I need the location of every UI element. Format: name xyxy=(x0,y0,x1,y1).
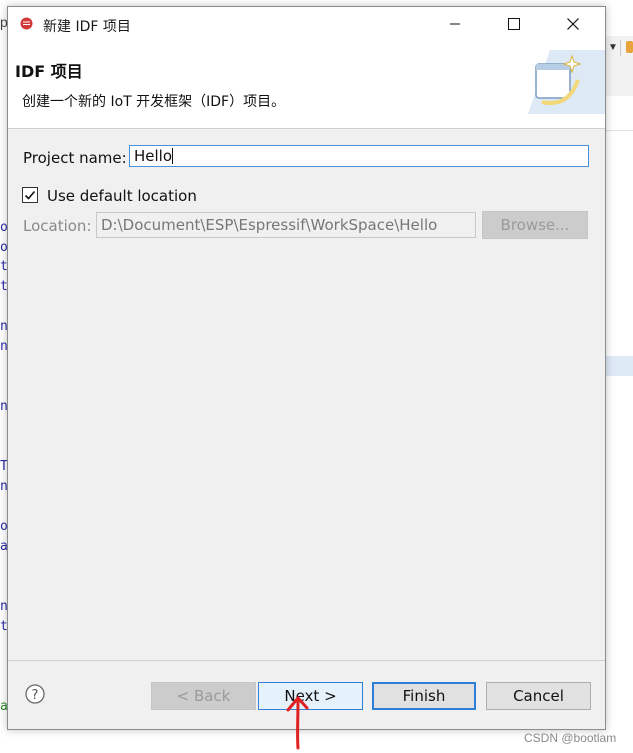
svg-text:?: ? xyxy=(32,688,39,703)
annotation-arrow-icon xyxy=(286,696,309,750)
browse-button[interactable]: Browse... xyxy=(482,211,588,239)
cancel-button[interactable]: Cancel xyxy=(486,682,591,710)
new-idf-project-dialog: 新建 IDF 项目 IDF 项目 创建一个新的 IoT 开发框架（IDF）项目。 xyxy=(7,6,606,730)
minimize-button[interactable] xyxy=(432,7,478,40)
close-button[interactable] xyxy=(550,7,596,40)
toolbar-separator xyxy=(620,40,621,56)
location-label: Location: xyxy=(23,217,92,235)
close-icon xyxy=(567,17,579,30)
background-toolbar-fragment: ▼ xyxy=(604,36,633,96)
location-value: D:\Document\ESP\Espressif\WorkSpace\Hell… xyxy=(101,216,438,234)
text-caret xyxy=(172,148,174,164)
dropdown-arrow-icon: ▼ xyxy=(608,42,618,53)
project-name-label: Project name: xyxy=(23,149,127,167)
project-name-input[interactable]: Hello xyxy=(129,145,589,167)
wizard-banner-icon xyxy=(528,50,605,114)
checkmark-icon xyxy=(24,190,36,200)
maximize-icon xyxy=(508,17,520,30)
project-name-value: Hello xyxy=(134,147,173,165)
dialog-title: 新建 IDF 项目 xyxy=(43,19,131,35)
use-default-location-label[interactable]: Use default location xyxy=(47,187,197,205)
finish-button[interactable]: Finish xyxy=(372,682,476,710)
minimize-icon xyxy=(450,23,460,24)
location-input[interactable]: D:\Document\ESP\Espressif\WorkSpace\Hell… xyxy=(96,212,476,238)
maximize-button[interactable] xyxy=(491,7,537,40)
toolbar-icon xyxy=(626,41,633,53)
back-button[interactable]: < Back xyxy=(151,682,256,710)
wizard-page-title: IDF 项目 xyxy=(15,62,83,81)
wizard-header: IDF 项目 创建一个新的 IoT 开发框架（IDF）项目。 xyxy=(8,40,605,129)
footer-divider xyxy=(8,660,605,661)
background-divider xyxy=(604,130,633,131)
use-default-location-checkbox[interactable] xyxy=(22,187,38,203)
wizard-page-description: 创建一个新的 IoT 开发框架（IDF）项目。 xyxy=(22,94,286,110)
watermark-text: CSDN @bootlam xyxy=(524,731,617,745)
eclipse-app-icon xyxy=(20,17,33,30)
title-bar[interactable]: 新建 IDF 项目 xyxy=(8,7,605,40)
help-icon[interactable]: ? xyxy=(25,684,45,704)
background-selection-band xyxy=(604,356,633,376)
